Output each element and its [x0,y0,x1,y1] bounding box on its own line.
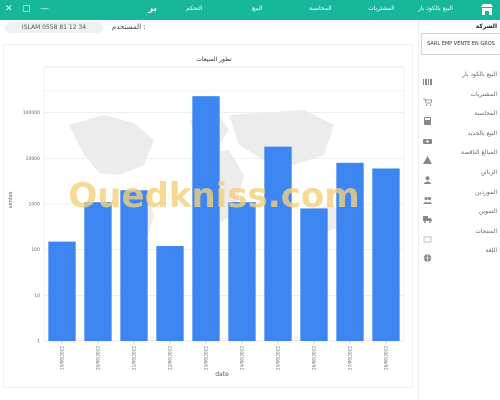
bar [84,202,112,341]
y-axis-label: ventes [8,191,14,208]
y-tick-label: 100000 [23,110,40,116]
x-tick-label: 20/06/2022 [96,346,101,370]
user-label: المستخدم : [112,23,146,31]
nav-accounting[interactable]: المحاسبة [309,4,332,14]
y-tick-label: 10000 [26,156,40,162]
user-icon [423,169,432,184]
x-tick-label: 15/06/2022 [60,346,65,370]
sidebar-item[interactable]: البيع بالجديد [419,128,500,144]
sidebar-item-label: المحاسبة [474,110,497,118]
y-tick-label: 100 [31,247,40,253]
bar [228,202,256,341]
bar [372,168,400,341]
sidebar-item-label: الموردين [475,188,497,196]
sidebar-item[interactable]: التموين [419,206,500,224]
box-icon [423,228,432,243]
sidebar-item[interactable]: البيع بالكود بار [419,69,500,85]
x-tick-label: 23/06/2022 [204,346,209,370]
sales-chart-panel: 1 10 100 1000 10000 100000 15/06/2022 20/06/202… [3,44,413,388]
globe-icon [423,247,432,263]
sidebar-item[interactable]: المشتريات [419,89,500,106]
company-label: الشركة [475,23,497,30]
nav-purchases[interactable]: المشتريات [368,4,395,14]
user-value-field: ISLAM 0558 81 12 34 [5,22,103,33]
sidebar-item-label: البيع بالكود بار [462,71,497,78]
nav-barcode-sale[interactable]: البيع بالكود بار [418,4,453,14]
company-select[interactable]: SARL EMP VENTE EN GROS [421,33,500,55]
y-tick-label: 1 [37,339,40,345]
sidebar-item[interactable]: المنتجات [419,226,500,243]
sidebar-item-label: المشتريات [470,90,497,98]
truck-icon [423,208,432,224]
sales-chart: 1 10 100 1000 10000 100000 15/06/2022 20/06/202… [8,56,405,378]
bar [300,208,328,341]
x-tick-label: 21/06/2022 [132,346,137,370]
nav-control[interactable]: التحكم [186,4,203,14]
x-tick-label: 22/06/2022 [168,346,173,370]
bar [156,246,184,341]
y-tick-label: 10 [34,293,40,299]
minimize-icon[interactable]: — [40,4,49,14]
right-sidebar: الشركة SARL EMP VENTE EN GROS البيع بالك… [418,20,500,400]
calculator-icon [423,110,432,126]
sale-icon [423,130,432,144]
sidebar-item[interactable]: اللغة [419,245,500,263]
x-axis-label: date [215,371,229,378]
watermark-text: Ouedkniss.com [68,176,359,216]
sidebar-item[interactable]: الموردين [419,187,500,204]
users-icon [423,189,432,204]
x-tick-label: 24/06/2022 [240,346,245,370]
x-tick-label: 26/06/2022 [312,346,317,370]
store-icon [481,4,493,15]
bar [192,96,220,341]
sidebar-item-label: اللغة [485,247,497,255]
sidebar-item-label: المبالغ الناقصة [461,149,497,157]
sidebar-item[interactable]: الزبائن [419,167,500,184]
y-tick-label: 1000 [29,202,41,208]
maximize-icon[interactable]: ▢ [22,4,31,14]
x-tick-label: 25/06/2022 [276,346,281,370]
sidebar-item-label: المنتجات [475,227,497,235]
top-navigation-bar: ✕ ▢ — بر التحكم البيع المحاسبة المشتريات… [0,0,500,20]
sidebar-item-label: الزبائن [480,169,497,176]
bar [48,241,76,341]
cart-icon [423,91,433,106]
app-logo: بر [148,4,157,14]
warning-icon [423,149,432,165]
nav-sales[interactable]: البيع [252,4,262,14]
sidebar-item-label: البيع بالجديد [467,129,497,137]
sidebar-item[interactable]: المحاسبة [419,108,500,126]
sidebar-item[interactable]: المبالغ الناقصة [419,147,500,165]
barcode-icon [423,71,432,85]
chart-title: تطور المبيعات [196,56,232,63]
x-tick-label: 27/06/2022 [348,346,353,370]
sidebar-item-label: التموين [478,208,497,216]
x-tick-label: 28/06/2022 [384,346,389,370]
close-icon[interactable]: ✕ [5,4,13,14]
